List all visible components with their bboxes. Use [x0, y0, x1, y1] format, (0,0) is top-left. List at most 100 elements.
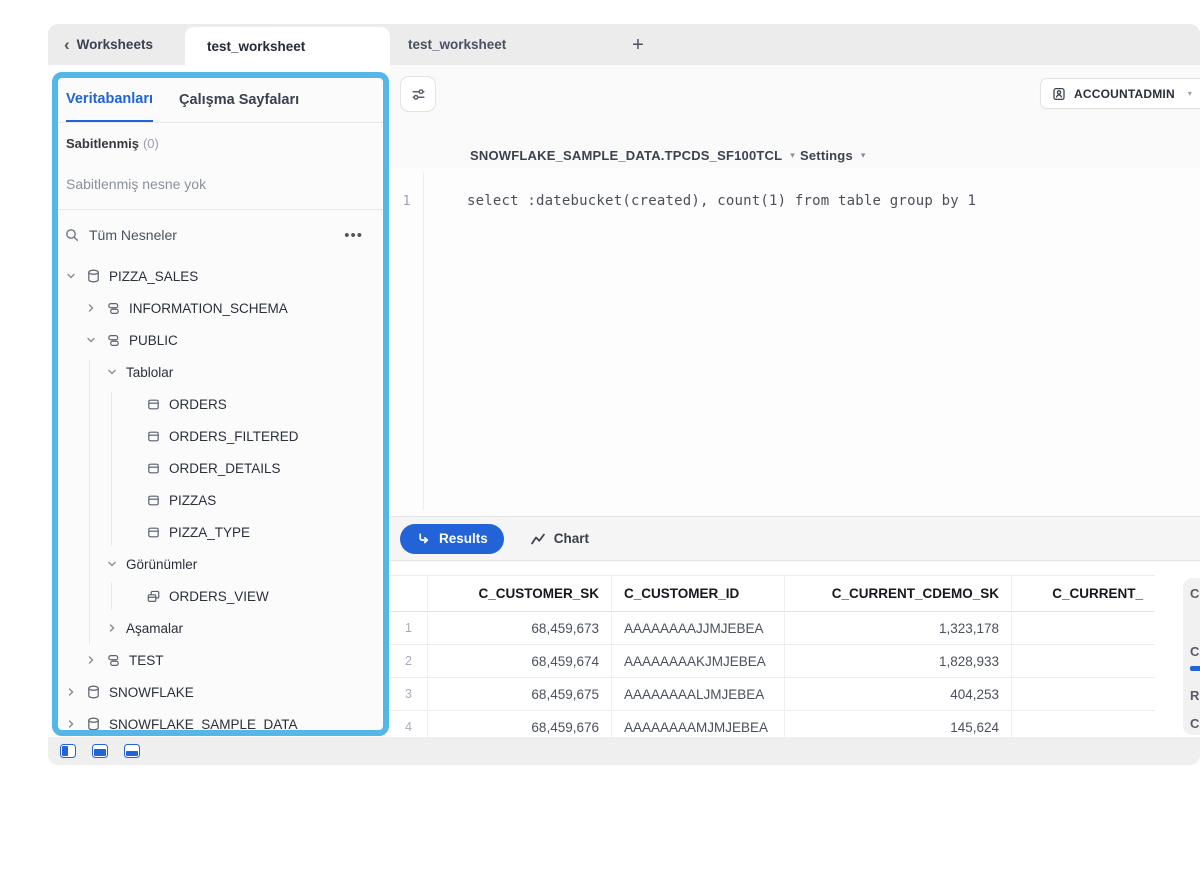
- sql-editor-surface[interactable]: [390, 168, 1200, 515]
- table-icon: [145, 461, 162, 476]
- table-row[interactable]: 1 68,459,673 AAAAAAAAJJMJEBEA 1,323,178: [390, 612, 1155, 645]
- tree-group-stages[interactable]: Aşamalar: [58, 612, 383, 644]
- chevron-down-icon[interactable]: [64, 271, 78, 281]
- database-icon: [85, 684, 102, 700]
- id-badge-icon: [1051, 86, 1067, 102]
- cell[interactable]: AAAAAAAAMJMJEBEA: [612, 711, 785, 737]
- table-row[interactable]: 3 68,459,675 AAAAAAAALJMJEBEA 404,253: [390, 678, 1155, 711]
- table-icon: [145, 397, 162, 412]
- database-sidebar-highlighted: Veritabanları Çalışma Sayfaları Sabitlen…: [52, 72, 389, 736]
- tree-item-table[interactable]: PIZZA_TYPE: [58, 516, 383, 548]
- pinned-count: (0): [143, 136, 159, 151]
- tree-item-table[interactable]: ORDER_DETAILS: [58, 452, 383, 484]
- plus-icon: +: [632, 34, 644, 57]
- pinned-title: Sabitlenmiş: [66, 136, 139, 151]
- table-row[interactable]: 2 68,459,674 AAAAAAAAKJMJEBEA 1,828,933: [390, 645, 1155, 678]
- role-label: ACCOUNTADMIN: [1074, 87, 1175, 101]
- cell[interactable]: AAAAAAAAJJMJEBEA: [612, 612, 785, 645]
- results-arrow-icon: [416, 531, 431, 546]
- tree-item-schema[interactable]: INFORMATION_SCHEMA: [58, 292, 383, 324]
- column-header[interactable]: C_CUSTOMER_SK: [428, 576, 612, 612]
- chevron-right-icon[interactable]: [84, 655, 98, 665]
- divider: [58, 209, 383, 210]
- tree-item-schema[interactable]: TEST: [58, 644, 383, 676]
- chevron-right-icon[interactable]: [64, 687, 78, 697]
- column-header[interactable]: C_CURRENT_: [1012, 576, 1155, 612]
- tree-item-view[interactable]: ORDERS_VIEW: [58, 580, 383, 612]
- tree-item-database[interactable]: PIZZA_SALES: [58, 260, 383, 292]
- panel-text-fragment: R: [1190, 688, 1199, 703]
- object-search[interactable]: Tüm Nesneler •••: [64, 218, 377, 252]
- results-table[interactable]: C_CUSTOMER_SK C_CUSTOMER_ID C_CURRENT_CD…: [390, 575, 1155, 737]
- tree-guide: [111, 392, 112, 546]
- object-tree: PIZZA_SALES INFORMATION_SCHEMA PUBLIC Ta…: [58, 260, 383, 730]
- tab-worksheet-active[interactable]: test_worksheet: [185, 27, 390, 65]
- chevron-down-icon[interactable]: [105, 559, 119, 569]
- back-to-worksheets[interactable]: ‹ Worksheets: [64, 24, 153, 65]
- table-row[interactable]: 4 68,459,676 AAAAAAAAMJMJEBEA 145,624: [390, 711, 1155, 737]
- cell[interactable]: 1,323,178: [785, 612, 1012, 645]
- tree-label: TEST: [129, 653, 164, 668]
- editor-gutter-divider: [423, 172, 424, 510]
- database-context-selector[interactable]: SNOWFLAKE_SAMPLE_DATA.TPCDS_SF100TCL ▾: [470, 144, 795, 166]
- cell[interactable]: AAAAAAAALJMJEBEA: [612, 678, 785, 711]
- chevron-down-icon[interactable]: [105, 367, 119, 377]
- tree-guide: [111, 582, 112, 610]
- chevron-right-icon[interactable]: [105, 623, 119, 633]
- results-label: Results: [439, 531, 488, 546]
- tab-label: Veritabanları: [66, 91, 153, 107]
- panel-text-fragment: C: [1190, 644, 1199, 659]
- cell[interactable]: [1012, 711, 1155, 737]
- tree-item-table[interactable]: ORDERS: [58, 388, 383, 420]
- tab-label: test_worksheet: [408, 37, 506, 52]
- cell[interactable]: 68,459,675: [428, 678, 612, 711]
- row-number: 3: [390, 678, 428, 711]
- ellipsis-menu-icon[interactable]: •••: [344, 227, 363, 244]
- back-label: Worksheets: [77, 37, 153, 52]
- cell[interactable]: 68,459,676: [428, 711, 612, 737]
- cell[interactable]: [1012, 678, 1155, 711]
- settings-dropdown[interactable]: Settings ▾: [800, 144, 865, 166]
- toggle-left-panel-icon[interactable]: [60, 744, 76, 758]
- tree-item-schema[interactable]: PUBLIC: [58, 324, 383, 356]
- cell[interactable]: 145,624: [785, 711, 1012, 737]
- new-worksheet-button[interactable]: +: [626, 33, 650, 57]
- search-placeholder: Tüm Nesneler: [89, 227, 177, 243]
- tab-results[interactable]: Results: [400, 524, 504, 554]
- tab-worksheet-inactive[interactable]: test_worksheet: [408, 24, 506, 65]
- chevron-right-icon[interactable]: [84, 303, 98, 313]
- row-number: 4: [390, 711, 428, 737]
- cell[interactable]: [1012, 612, 1155, 645]
- cell[interactable]: 1,828,933: [785, 645, 1012, 678]
- tree-label: SNOWFLAKE_SAMPLE_DATA: [109, 717, 298, 731]
- query-details-panel-clipped[interactable]: C C R C: [1183, 578, 1200, 735]
- chevron-down-icon[interactable]: [84, 335, 98, 345]
- cell[interactable]: 68,459,674: [428, 645, 612, 678]
- tree-item-database[interactable]: SNOWFLAKE: [58, 676, 383, 708]
- chevron-right-icon[interactable]: [64, 719, 78, 729]
- tree-item-database[interactable]: SNOWFLAKE_SAMPLE_DATA: [58, 708, 383, 730]
- toggle-results-panel-icon[interactable]: [124, 744, 140, 758]
- role-selector[interactable]: ACCOUNTADMIN ▾: [1040, 78, 1200, 109]
- cell[interactable]: 68,459,673: [428, 612, 612, 645]
- tab-databases[interactable]: Veritabanları: [66, 78, 153, 122]
- cell[interactable]: 404,253: [785, 678, 1012, 711]
- tab-chart[interactable]: Chart: [530, 531, 589, 546]
- tree-group-views[interactable]: Görünümler: [58, 548, 383, 580]
- tree-label: INFORMATION_SCHEMA: [129, 301, 288, 316]
- sql-line[interactable]: 1 select :datebucket(created), count(1) …: [390, 190, 1190, 212]
- column-header[interactable]: C_CUSTOMER_ID: [612, 576, 785, 612]
- cell[interactable]: [1012, 645, 1155, 678]
- toggle-editor-panel-icon[interactable]: [92, 744, 108, 758]
- tree-group-tables[interactable]: Tablolar: [58, 356, 383, 388]
- tree-item-table[interactable]: PIZZAS: [58, 484, 383, 516]
- schema-icon: [105, 653, 122, 668]
- column-header[interactable]: C_CURRENT_CDEMO_SK: [785, 576, 1012, 612]
- tab-worksheets[interactable]: Çalışma Sayfaları: [179, 78, 299, 122]
- worksheet-options-button[interactable]: [400, 76, 436, 112]
- tree-item-table[interactable]: ORDERS_FILTERED: [58, 420, 383, 452]
- tree-label: PIZZAS: [169, 493, 216, 508]
- line-number: 1: [390, 194, 423, 209]
- cell[interactable]: AAAAAAAAKJMJEBEA: [612, 645, 785, 678]
- context-label: SNOWFLAKE_SAMPLE_DATA.TPCDS_SF100TCL: [470, 148, 782, 163]
